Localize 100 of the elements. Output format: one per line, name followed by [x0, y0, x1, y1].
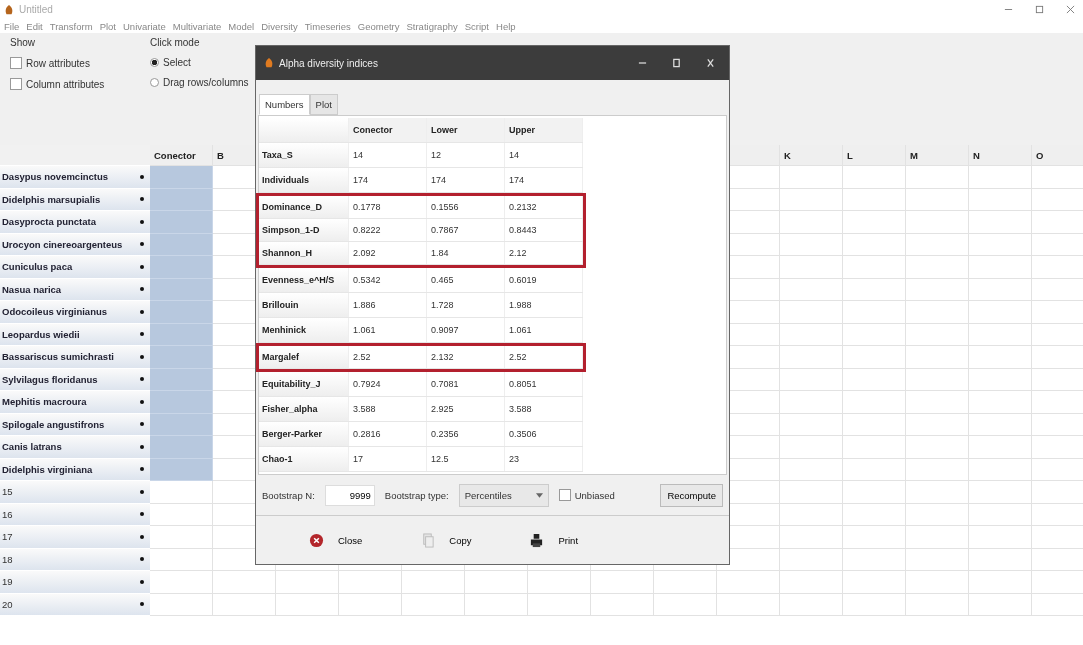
table-cell[interactable]: [150, 413, 213, 436]
table-cell[interactable]: [780, 458, 843, 481]
column-header[interactable]: K: [780, 145, 843, 166]
row-header[interactable]: Canis latrans: [0, 436, 150, 459]
table-cell[interactable]: [150, 166, 213, 189]
table-cell[interactable]: [780, 391, 843, 414]
row-header[interactable]: 15: [0, 481, 150, 504]
table-cell[interactable]: [906, 368, 969, 391]
table-cell[interactable]: [780, 503, 843, 526]
table-cell[interactable]: [339, 593, 402, 616]
table-cell[interactable]: [969, 256, 1032, 279]
bootstrap-n-field[interactable]: 9999: [324, 484, 375, 506]
row-header[interactable]: 20: [0, 593, 150, 616]
table-cell[interactable]: [780, 256, 843, 279]
table-cell[interactable]: [969, 166, 1032, 189]
table-cell[interactable]: [906, 391, 969, 414]
maximize-icon[interactable]: [1035, 5, 1044, 14]
table-cell[interactable]: [150, 188, 213, 211]
table-cell[interactable]: [906, 278, 969, 301]
table-cell[interactable]: [465, 593, 528, 616]
table-cell[interactable]: [969, 481, 1032, 504]
menu-item[interactable]: Multivariate: [172, 20, 222, 32]
table-cell[interactable]: [843, 503, 906, 526]
menu-item[interactable]: Edit: [26, 20, 43, 32]
table-cell[interactable]: [843, 571, 906, 594]
table-cell[interactable]: [780, 481, 843, 504]
table-cell[interactable]: [906, 503, 969, 526]
table-cell[interactable]: [150, 233, 213, 256]
table-cell[interactable]: [906, 436, 969, 459]
row-header[interactable]: Dasypus novemcinctus: [0, 166, 150, 189]
row-header[interactable]: 17: [0, 526, 150, 549]
column-header[interactable]: L: [843, 145, 906, 166]
row-header[interactable]: Urocyon cinereoargenteus: [0, 233, 150, 256]
row-header[interactable]: Sylvilagus floridanus: [0, 368, 150, 391]
table-cell[interactable]: [402, 571, 465, 594]
table-cell[interactable]: [780, 301, 843, 324]
table-cell[interactable]: [150, 391, 213, 414]
row-header[interactable]: Nasua narica: [0, 278, 150, 301]
bootstrap-type-dropdown[interactable]: Percentiles: [458, 483, 549, 507]
menu-item[interactable]: Model: [228, 20, 255, 32]
tab[interactable]: Plot: [309, 94, 338, 115]
table-cell[interactable]: [843, 436, 906, 459]
row-header[interactable]: 19: [0, 571, 150, 594]
table-cell[interactable]: [906, 346, 969, 369]
menu-item[interactable]: Geometry: [357, 20, 400, 32]
table-cell[interactable]: [906, 323, 969, 346]
row-header[interactable]: Didelphis virginiana: [0, 458, 150, 481]
table-cell[interactable]: [843, 368, 906, 391]
table-cell[interactable]: [150, 503, 213, 526]
table-cell[interactable]: [843, 346, 906, 369]
table-cell[interactable]: [654, 593, 717, 616]
print-button[interactable]: Print: [526, 529, 582, 551]
table-cell[interactable]: [276, 571, 339, 594]
table-cell[interactable]: [150, 278, 213, 301]
row-header[interactable]: Didelphis marsupialis: [0, 188, 150, 211]
row-header[interactable]: Cuniculus paca: [0, 256, 150, 279]
table-cell[interactable]: [969, 458, 1032, 481]
row-header[interactable]: Dasyprocta punctata: [0, 211, 150, 234]
row-header[interactable]: 18: [0, 548, 150, 571]
table-cell[interactable]: [969, 301, 1032, 324]
tab[interactable]: Numbers: [259, 94, 310, 115]
table-cell[interactable]: [969, 211, 1032, 234]
table-cell[interactable]: [969, 188, 1032, 211]
table-cell[interactable]: [969, 233, 1032, 256]
table-cell[interactable]: [780, 436, 843, 459]
close-icon[interactable]: [1066, 5, 1075, 14]
table-cell[interactable]: [780, 368, 843, 391]
menu-item[interactable]: Diversity: [261, 20, 298, 32]
recompute-button[interactable]: Recompute: [660, 483, 723, 507]
table-cell[interactable]: [969, 548, 1032, 571]
table-cell[interactable]: [150, 571, 213, 594]
column-header[interactable]: Conector: [150, 145, 213, 166]
table-cell[interactable]: [843, 391, 906, 414]
checkbox[interactable]: [558, 489, 571, 501]
table-cell[interactable]: [150, 458, 213, 481]
table-cell[interactable]: [843, 301, 906, 324]
table-cell[interactable]: [906, 548, 969, 571]
table-cell[interactable]: [906, 301, 969, 324]
table-cell[interactable]: [150, 211, 213, 234]
table-cell[interactable]: [717, 571, 780, 594]
table-cell[interactable]: [780, 278, 843, 301]
table-cell[interactable]: [654, 571, 717, 594]
table-cell[interactable]: [150, 548, 213, 571]
table-cell[interactable]: [969, 391, 1032, 414]
menu-item[interactable]: File: [4, 20, 20, 32]
table-cell[interactable]: [780, 548, 843, 571]
menu-item[interactable]: Timeseries: [304, 20, 351, 32]
table-cell[interactable]: [906, 571, 969, 594]
table-cell[interactable]: [843, 413, 906, 436]
table-cell[interactable]: [843, 256, 906, 279]
table-cell[interactable]: [906, 166, 969, 189]
table-cell[interactable]: [969, 323, 1032, 346]
table-cell[interactable]: [969, 278, 1032, 301]
menu-item[interactable]: Script: [464, 20, 489, 32]
table-cell[interactable]: [906, 526, 969, 549]
row-header[interactable]: Mephitis macroura: [0, 391, 150, 414]
table-cell[interactable]: [906, 458, 969, 481]
table-cell[interactable]: [780, 346, 843, 369]
table-cell[interactable]: [213, 571, 276, 594]
table-cell[interactable]: [150, 256, 213, 279]
